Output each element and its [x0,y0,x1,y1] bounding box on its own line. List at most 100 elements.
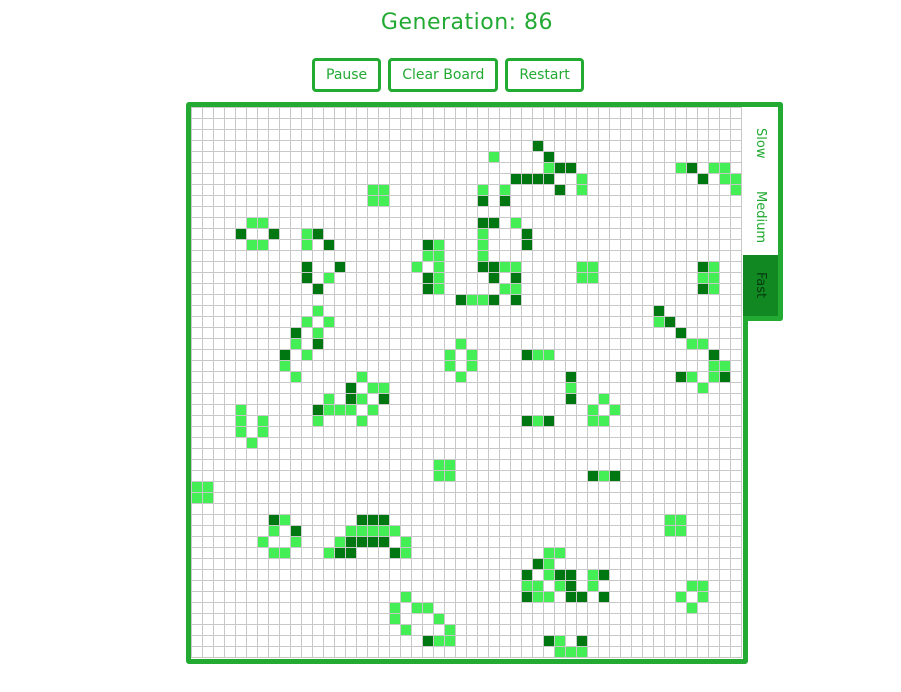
board-cell[interactable] [522,350,533,361]
board-cell[interactable] [720,361,731,372]
board-cell[interactable] [566,163,577,174]
board-cell[interactable] [654,306,665,317]
board-cell[interactable] [533,581,544,592]
board-cell[interactable] [368,405,379,416]
board-cell[interactable] [313,405,324,416]
board-cell[interactable] [423,251,434,262]
board-cell[interactable] [335,537,346,548]
board-cell[interactable] [566,383,577,394]
board-cell[interactable] [346,526,357,537]
board-cell[interactable] [698,339,709,350]
board-cell[interactable] [434,273,445,284]
board-cell[interactable] [434,460,445,471]
board-cell[interactable] [335,405,346,416]
board-cell[interactable] [258,416,269,427]
board-cell[interactable] [555,570,566,581]
board-cell[interactable] [313,284,324,295]
board-cell[interactable] [555,647,566,658]
board-cell[interactable] [522,240,533,251]
board-cell[interactable] [544,559,555,570]
board-cell[interactable] [500,196,511,207]
speed-option-medium[interactable]: Medium [743,179,778,255]
board-cell[interactable] [544,570,555,581]
board-cell[interactable] [500,185,511,196]
board-cell[interactable] [236,229,247,240]
board-cell[interactable] [555,636,566,647]
board-cell[interactable] [555,548,566,559]
board-cell[interactable] [720,163,731,174]
board-cell[interactable] [247,218,258,229]
board-cell[interactable] [291,328,302,339]
board-cell[interactable] [544,163,555,174]
board-cell[interactable] [687,581,698,592]
board-cell[interactable] [467,361,478,372]
board-cell[interactable] [291,537,302,548]
board-cell[interactable] [511,218,522,229]
board-cell[interactable] [368,196,379,207]
board-cell[interactable] [687,603,698,614]
board-cell[interactable] [489,152,500,163]
board-cell[interactable] [434,240,445,251]
board-cell[interactable] [610,471,621,482]
board-cell[interactable] [324,394,335,405]
board-cell[interactable] [544,548,555,559]
board-cell[interactable] [357,526,368,537]
board-cell[interactable] [368,383,379,394]
board-cell[interactable] [412,262,423,273]
board-cell[interactable] [522,581,533,592]
board-cell[interactable] [478,240,489,251]
board-cell[interactable] [533,416,544,427]
board-cell[interactable] [544,592,555,603]
board-cell[interactable] [687,372,698,383]
board-cell[interactable] [379,185,390,196]
board-cell[interactable] [236,416,247,427]
speed-option-fast[interactable]: Fast [743,255,778,316]
board-cell[interactable] [236,405,247,416]
board-cell[interactable] [566,592,577,603]
board-cell[interactable] [709,273,720,284]
board-cell[interactable] [555,185,566,196]
pause-button[interactable]: Pause [312,58,382,92]
board-cell[interactable] [588,262,599,273]
board-cell[interactable] [346,548,357,559]
board-cell[interactable] [346,383,357,394]
board-cell[interactable] [390,614,401,625]
board-cell[interactable] [302,229,313,240]
board-cell[interactable] [665,515,676,526]
board-cell[interactable] [280,350,291,361]
board-cell[interactable] [401,548,412,559]
board-cell[interactable] [577,647,588,658]
board-cell[interactable] [434,614,445,625]
board-cell[interactable] [555,163,566,174]
board-cell[interactable] [324,273,335,284]
board-cell[interactable] [687,339,698,350]
board-cell[interactable] [258,537,269,548]
board-cell[interactable] [533,350,544,361]
board-cell[interactable] [434,636,445,647]
board-cell[interactable] [709,284,720,295]
board-cell[interactable] [588,273,599,284]
board-cell[interactable] [445,350,456,361]
board-cell[interactable] [379,515,390,526]
board-cell[interactable] [522,416,533,427]
board-cell[interactable] [478,251,489,262]
board-cell[interactable] [500,284,511,295]
board-cell[interactable] [434,251,445,262]
board-cell[interactable] [599,570,610,581]
board-cell[interactable] [357,515,368,526]
board-cell[interactable] [302,262,313,273]
board-cell[interactable] [357,394,368,405]
restart-button[interactable]: Restart [505,58,584,92]
board-cell[interactable] [709,163,720,174]
board-cell[interactable] [709,361,720,372]
board-cell[interactable] [247,240,258,251]
board-cell[interactable] [423,240,434,251]
board-cell[interactable] [280,515,291,526]
board-cell[interactable] [500,262,511,273]
board-cell[interactable] [258,218,269,229]
board-cell[interactable] [368,515,379,526]
board-cell[interactable] [588,416,599,427]
board-cell[interactable] [291,339,302,350]
board-cell[interactable] [544,636,555,647]
board-cell[interactable] [357,416,368,427]
